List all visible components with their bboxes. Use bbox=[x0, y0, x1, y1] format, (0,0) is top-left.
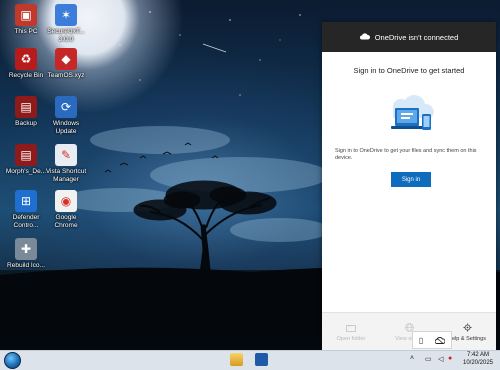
open-folder-button[interactable]: Open folder bbox=[322, 313, 380, 352]
sign-in-button[interactable]: Sign in bbox=[391, 172, 431, 187]
desktop-icon[interactable]: ⟳ Windows Update bbox=[44, 96, 88, 135]
onedrive-illustration-icon bbox=[391, 95, 434, 130]
onedrive-heading: Sign in to OneDrive to get started bbox=[353, 66, 465, 75]
onedrive-description: Sign in to OneDrive to get your files an… bbox=[335, 148, 477, 161]
clock-date: 10/20/2025 bbox=[462, 360, 494, 366]
desktop-icon[interactable]: ✚ Rebuild Ico... bbox=[4, 238, 48, 270]
desktop-icon-label: Rebuild Ico... bbox=[7, 262, 45, 269]
tray-overflow-strip: ▯ bbox=[412, 331, 452, 349]
desktop-icon[interactable]: ♻ Recycle Bin bbox=[4, 48, 48, 80]
volume-icon[interactable]: ◁ bbox=[438, 355, 443, 363]
desktop-icon-label: Recycle Bin bbox=[8, 72, 44, 79]
google-chrome-icon: ◉ bbox=[55, 190, 77, 212]
desktop-icon[interactable]: ◆ TeamOS.xyz bbox=[44, 48, 88, 80]
network-icon[interactable]: ▭ bbox=[425, 355, 432, 363]
desktop-icon-label: Windows Update bbox=[52, 120, 80, 135]
cloud-icon bbox=[359, 32, 370, 42]
start-button[interactable] bbox=[4, 352, 21, 369]
recycle-bin-icon: ♻ bbox=[15, 48, 37, 70]
gear-icon bbox=[462, 323, 472, 332]
desktop-icon[interactable]: ⊞ Defender Contro... bbox=[4, 190, 48, 229]
desktop-icon-label: SecureUxT... 3.0.0 bbox=[47, 28, 85, 43]
desktop-icon-label: Defender Contro... bbox=[12, 214, 40, 229]
this-pc-icon: ▣ bbox=[15, 4, 37, 26]
desktop-icon[interactable]: ▤ Backup bbox=[4, 96, 48, 128]
desktop-icon-label: Google Chrome bbox=[54, 214, 78, 229]
desktop-icon-label: TeamOS.xyz bbox=[47, 72, 85, 79]
desktop-icon[interactable]: ✶ SecureUxT... 3.0.0 bbox=[44, 4, 88, 43]
security-alert-icon[interactable]: ● bbox=[448, 355, 452, 362]
desktop-icon-label: This PC bbox=[14, 28, 38, 35]
onedrive-tray-icon[interactable] bbox=[434, 331, 446, 349]
morphs-desktop-icon: ▤ bbox=[15, 144, 37, 166]
help-settings-label: Help & Settings bbox=[448, 336, 486, 342]
file-explorer-taskbar-icon[interactable] bbox=[230, 353, 243, 366]
defender-control-icon: ⊞ bbox=[15, 190, 37, 212]
taskbar-clock[interactable]: 7:42 AM 10/20/2025 bbox=[458, 351, 498, 367]
desktop-icon[interactable]: ▣ This PC bbox=[4, 4, 48, 36]
onedrive-header: OneDrive isn't connected bbox=[322, 22, 496, 52]
onedrive-footer: Open folder View online Help & Settings bbox=[322, 312, 496, 352]
desktop-icon-label: Backup bbox=[15, 120, 37, 127]
onedrive-header-title: OneDrive isn't connected bbox=[374, 32, 459, 42]
secureux-icon: ✶ bbox=[55, 4, 77, 26]
backup-icon: ▤ bbox=[15, 96, 37, 118]
vista-shortcut-manager-icon: ✎ bbox=[55, 144, 77, 166]
clock-time: 7:42 AM bbox=[466, 352, 489, 358]
teamos-icon: ◆ bbox=[55, 48, 77, 70]
folder-icon bbox=[346, 324, 356, 332]
rebuild-icons-icon: ✚ bbox=[15, 238, 37, 260]
open-folder-label: Open folder bbox=[336, 335, 366, 342]
usb-icon[interactable]: ▯ bbox=[419, 336, 423, 345]
app-taskbar-icon[interactable] bbox=[255, 353, 268, 366]
onedrive-flyout: OneDrive isn't connected Sign in to OneD… bbox=[322, 22, 496, 352]
desktop-icon[interactable]: ✎ Vista Shortcut Manager bbox=[44, 144, 88, 183]
desktop-icon[interactable]: ◉ Google Chrome bbox=[44, 190, 88, 229]
chevron-up-icon[interactable]: ˄ bbox=[410, 355, 414, 362]
desktop-icon[interactable]: ▤ Morph's_De... bbox=[4, 144, 48, 176]
desktop-icon-label: Vista Shortcut Manager bbox=[45, 168, 87, 183]
windows-update-icon: ⟳ bbox=[55, 96, 77, 118]
desktop-icon-label: Morph's_De... bbox=[5, 168, 47, 175]
